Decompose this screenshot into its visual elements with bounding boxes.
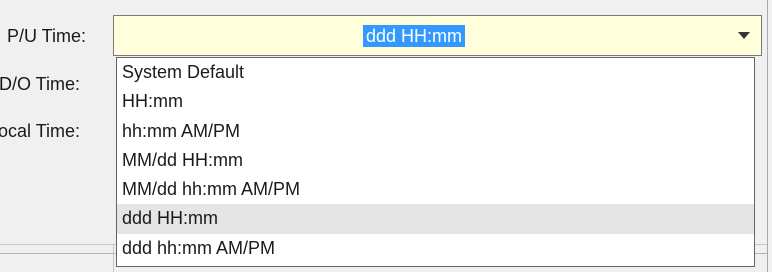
- divider: [113, 244, 114, 272]
- dropdown-option[interactable]: hh:mm AM/PM: [117, 117, 754, 146]
- local-time-label: ocal Time:: [0, 121, 81, 141]
- dropoff-time-label: D/O Time:: [0, 74, 81, 94]
- dropdown-option[interactable]: ddd HH:mm: [117, 204, 754, 234]
- time-format-dropdown-list[interactable]: System Default HH:mm hh:mm AM/PM MM/dd H…: [116, 57, 755, 267]
- combo-selected-text[interactable]: ddd HH:mm: [363, 25, 466, 47]
- dropdown-option[interactable]: ddd hh:mm AM/PM: [117, 234, 754, 263]
- dropdown-option[interactable]: MM/dd hh:mm AM/PM: [117, 175, 754, 204]
- pickup-time-label: P/U Time:: [7, 26, 87, 46]
- chevron-down-icon: [738, 31, 750, 39]
- dropdown-option[interactable]: MM/dd HH:mm: [117, 146, 754, 175]
- dropdown-option[interactable]: HH:mm: [117, 87, 754, 116]
- panel-border: [767, 0, 768, 272]
- dropdown-option[interactable]: System Default: [117, 58, 754, 87]
- dropdown-arrow-button[interactable]: [727, 16, 761, 55]
- pickup-time-format-combobox[interactable]: ddd HH:mm: [113, 15, 762, 56]
